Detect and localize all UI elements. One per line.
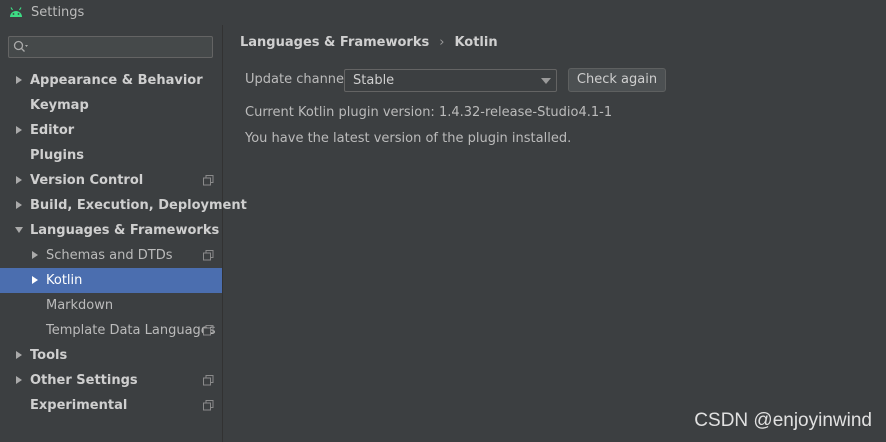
- sidebar-item-markdown[interactable]: Markdown: [0, 293, 222, 318]
- sidebar-item-label: Version Control: [30, 173, 144, 188]
- window-title: Settings: [31, 5, 85, 20]
- sidebar-item-keymap[interactable]: Keymap: [0, 93, 222, 118]
- search-icon: [13, 40, 28, 52]
- sidebar-item-label: Template Data Languages: [46, 323, 216, 338]
- project-level-icon: [203, 175, 214, 186]
- expand-arrow-right-icon[interactable]: [14, 125, 24, 135]
- project-level-icon: [203, 325, 214, 336]
- sidebar-item-label: Experimental: [30, 398, 128, 413]
- project-level-icon: [203, 375, 214, 386]
- sidebar-item-tools[interactable]: Tools: [0, 343, 222, 368]
- sidebar-item-label: Tools: [30, 348, 68, 363]
- sidebar-item-plugins[interactable]: Plugins: [0, 143, 222, 168]
- expand-arrow-right-icon[interactable]: [30, 250, 40, 260]
- breadcrumb-current: Kotlin: [454, 35, 498, 50]
- breadcrumb-separator: ›: [439, 35, 445, 50]
- sidebar-item-label: Markdown: [46, 298, 114, 313]
- settings-tree: Appearance & Behavior Keymap Editor Plugins…: [0, 68, 247, 418]
- sidebar-item-experimental[interactable]: Experimental: [0, 393, 222, 418]
- sidebar-item-kotlin[interactable]: Kotlin: [0, 268, 222, 293]
- sidebar-item-label: Schemas and DTDs: [46, 248, 173, 263]
- update-channel-select[interactable]: Stable: [344, 69, 557, 92]
- breadcrumb: Languages & Frameworks › Kotlin: [240, 35, 498, 50]
- project-level-icon: [203, 400, 214, 411]
- sidebar-item-label: Languages & Frameworks: [30, 223, 220, 238]
- sidebar-item-label: Editor: [30, 123, 75, 138]
- plugin-version-text: Current Kotlin plugin version: 1.4.32-re…: [245, 105, 613, 120]
- update-channel-label: Update channel:: [245, 72, 353, 87]
- chevron-down-icon: [541, 78, 551, 84]
- title-bar: Settings: [0, 0, 886, 25]
- sidebar-item-label: Kotlin: [46, 273, 83, 288]
- expand-arrow-right-icon[interactable]: [14, 375, 24, 385]
- sidebar-item-build-execution-deployment[interactable]: Build, Execution, Deployment: [0, 193, 247, 218]
- update-channel-value: Stable: [353, 73, 395, 88]
- watermark: CSDN @enjoyinwind: [694, 410, 872, 431]
- settings-search-input[interactable]: [8, 36, 213, 58]
- sidebar-item-appearance-and-behavior[interactable]: Appearance & Behavior: [0, 68, 222, 93]
- android-icon: [10, 6, 22, 17]
- sidebar-item-label: Keymap: [30, 98, 89, 113]
- expand-arrow-down-icon[interactable]: [14, 225, 24, 235]
- settings-content: Languages & Frameworks › Kotlin Update c…: [223, 25, 886, 442]
- sidebar-item-label: Other Settings: [30, 373, 138, 388]
- plugin-status-text: You have the latest version of the plugi…: [245, 131, 572, 146]
- sidebar-item-label: Build, Execution, Deployment: [30, 198, 247, 213]
- expand-arrow-right-icon[interactable]: [14, 200, 24, 210]
- sidebar-item-editor[interactable]: Editor: [0, 118, 222, 143]
- sidebar-item-template-data-languages[interactable]: Template Data Languages: [0, 318, 222, 343]
- settings-sidebar: Appearance & Behavior Keymap Editor Plugins…: [0, 25, 247, 442]
- expand-arrow-right-icon[interactable]: [14, 350, 24, 360]
- sidebar-item-schemas-and-dtds[interactable]: Schemas and DTDs: [0, 243, 222, 268]
- project-level-icon: [203, 250, 214, 261]
- expand-arrow-right-icon[interactable]: [14, 75, 24, 85]
- breadcrumb-parent[interactable]: Languages & Frameworks: [240, 35, 429, 50]
- sidebar-item-label: Appearance & Behavior: [30, 73, 203, 88]
- sidebar-item-languages-and-frameworks[interactable]: Languages & Frameworks: [0, 218, 222, 243]
- expand-arrow-right-icon[interactable]: [30, 275, 40, 285]
- expand-arrow-right-icon[interactable]: [14, 175, 24, 185]
- sidebar-item-other-settings[interactable]: Other Settings: [0, 368, 222, 393]
- check-again-button[interactable]: Check again: [568, 68, 666, 92]
- sidebar-item-label: Plugins: [30, 148, 84, 163]
- sidebar-item-version-control[interactable]: Version Control: [0, 168, 222, 193]
